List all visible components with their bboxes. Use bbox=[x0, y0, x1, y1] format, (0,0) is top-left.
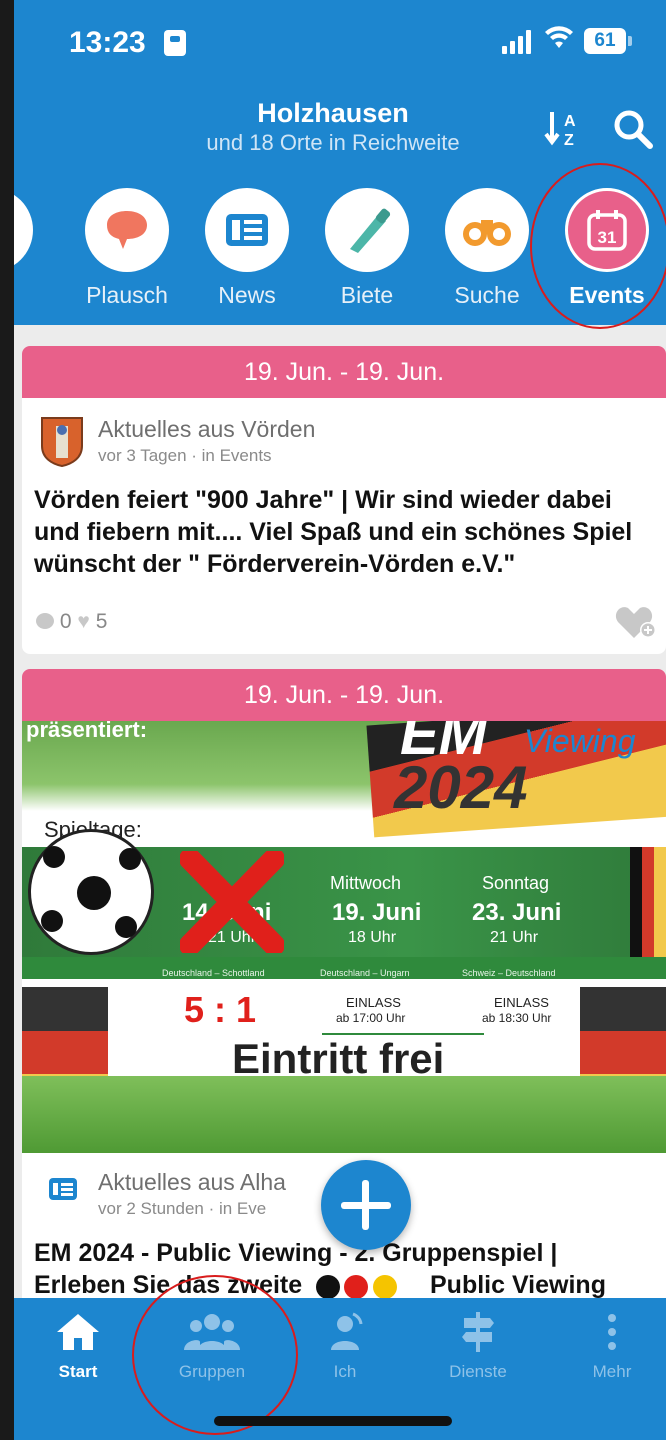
search-icon[interactable] bbox=[612, 108, 654, 150]
comment-icon bbox=[36, 613, 54, 629]
signpost-icon bbox=[462, 1312, 494, 1352]
person-icon bbox=[331, 1312, 363, 1350]
post-text: Vörden feiert "900 Jahre" | Wir sind wie… bbox=[34, 486, 633, 578]
event-poster-image[interactable]: präsentiert: EM Viewing 2024 Spieltage: … bbox=[22, 721, 666, 1153]
post-source[interactable]: Aktuelles aus Vörden bbox=[98, 416, 315, 443]
annotation-circle bbox=[132, 1275, 298, 1435]
add-post-button[interactable] bbox=[321, 1160, 411, 1250]
status-time: 13:23 bbox=[69, 26, 146, 59]
game3-date: 23. Juni bbox=[472, 899, 562, 926]
game3-time: 21 Uhr bbox=[490, 929, 539, 946]
einlass2-time: ab 18:30 Uhr bbox=[482, 1011, 552, 1025]
match1: Deutschland – Schottland bbox=[162, 968, 265, 978]
heart-icon: ♥ bbox=[77, 610, 90, 633]
nav-start[interactable]: Start bbox=[18, 1312, 138, 1382]
nav-label: Ich bbox=[333, 1362, 357, 1381]
einlass2-label: EINLASS bbox=[494, 995, 549, 1010]
post-stats: 0 ♥ 5 bbox=[36, 610, 107, 634]
einlass1-time: ab 17:00 Uhr bbox=[336, 1011, 406, 1025]
event-date-range: 19. Jun. - 19. Jun. bbox=[22, 346, 666, 398]
category-item[interactable]: eu bbox=[14, 188, 46, 309]
poster-year: 2024 bbox=[394, 754, 528, 821]
sort-az-icon[interactable]: A Z bbox=[544, 108, 584, 148]
nav-ich[interactable]: Ich bbox=[285, 1312, 405, 1382]
game2-time: 18 Uhr bbox=[348, 929, 397, 946]
poster-flag-edge bbox=[630, 847, 666, 957]
game3-day: Sonntag bbox=[482, 873, 550, 893]
water-drop-icon bbox=[14, 188, 33, 272]
comment-count: 0 bbox=[59, 610, 72, 633]
post-meta: vor 3 Tagen · in Events bbox=[98, 446, 272, 465]
nav-dienste[interactable]: Dienste bbox=[418, 1312, 538, 1382]
nav-mehr[interactable]: Mehr bbox=[552, 1312, 666, 1382]
like-count: 5 bbox=[95, 610, 108, 633]
app-screen: 13:23 61 Holzhausen und 18 Orte in Reich… bbox=[14, 0, 666, 1440]
category-plausch[interactable]: Plausch bbox=[72, 188, 182, 309]
newspaper-icon bbox=[205, 188, 289, 272]
nav-label: Dienste bbox=[449, 1362, 507, 1381]
category-label: eu bbox=[14, 282, 46, 309]
home-indicator[interactable] bbox=[214, 1416, 452, 1426]
poster-viewing: Viewing bbox=[524, 723, 636, 759]
football-image bbox=[28, 829, 154, 955]
event-date-range: 19. Jun. - 19. Jun. bbox=[22, 669, 666, 721]
header: 13:23 61 Holzhausen und 18 Orte in Reich… bbox=[14, 0, 666, 329]
coat-of-arms-icon bbox=[40, 416, 84, 468]
category-label: Biete bbox=[340, 282, 394, 308]
annotation-circle bbox=[530, 163, 666, 329]
event-card[interactable]: 19. Jun. - 19. Jun. Aktuelles aus Vörden… bbox=[22, 346, 666, 654]
nav-label: Mehr bbox=[592, 1362, 632, 1381]
match2: Deutschland – Ungarn bbox=[320, 968, 410, 978]
binoculars-icon bbox=[445, 188, 529, 272]
saw-icon bbox=[325, 188, 409, 272]
match3: Schweiz – Deutschland bbox=[462, 968, 556, 978]
id-card-icon bbox=[164, 30, 186, 56]
post-meta: vor 2 Stunden · in Eve bbox=[98, 1199, 267, 1218]
category-news[interactable]: News bbox=[192, 188, 302, 309]
svg-text:Z: Z bbox=[564, 132, 574, 148]
category-suche[interactable]: Suche bbox=[432, 188, 542, 309]
einlass1-label: EINLASS bbox=[346, 995, 401, 1010]
more-vertical-icon bbox=[608, 1314, 616, 1350]
post-source[interactable]: Aktuelles aus Alha bbox=[98, 1169, 286, 1196]
signal-icon bbox=[502, 30, 531, 54]
poster-grass bbox=[22, 1076, 666, 1153]
battery-indicator: 61 bbox=[584, 28, 632, 54]
category-biete[interactable]: Biete bbox=[312, 188, 422, 309]
newspaper-icon bbox=[48, 1177, 78, 1201]
game2-date: 19. Juni bbox=[332, 899, 422, 926]
post-text-line2-end: Public Viewing bbox=[430, 1271, 606, 1299]
game2-day: Mittwoch bbox=[330, 873, 402, 893]
wifi-icon bbox=[544, 24, 574, 57]
category-label: News bbox=[218, 282, 276, 308]
category-label: Suche bbox=[454, 282, 520, 308]
chat-bubble-icon bbox=[85, 188, 169, 272]
svg-text:A: A bbox=[564, 113, 576, 130]
poster-presents: präsentiert: bbox=[26, 721, 148, 742]
category-label: Plausch bbox=[86, 282, 168, 308]
nav-label: Start bbox=[58, 1362, 98, 1381]
poster-teams: Deutschland – Schottland Deutschland – U… bbox=[22, 968, 666, 980]
home-icon bbox=[57, 1314, 99, 1350]
poster-score: 5 : 1 bbox=[184, 989, 257, 1030]
add-like-icon[interactable] bbox=[614, 604, 658, 640]
cancelled-x-icon bbox=[180, 851, 284, 953]
